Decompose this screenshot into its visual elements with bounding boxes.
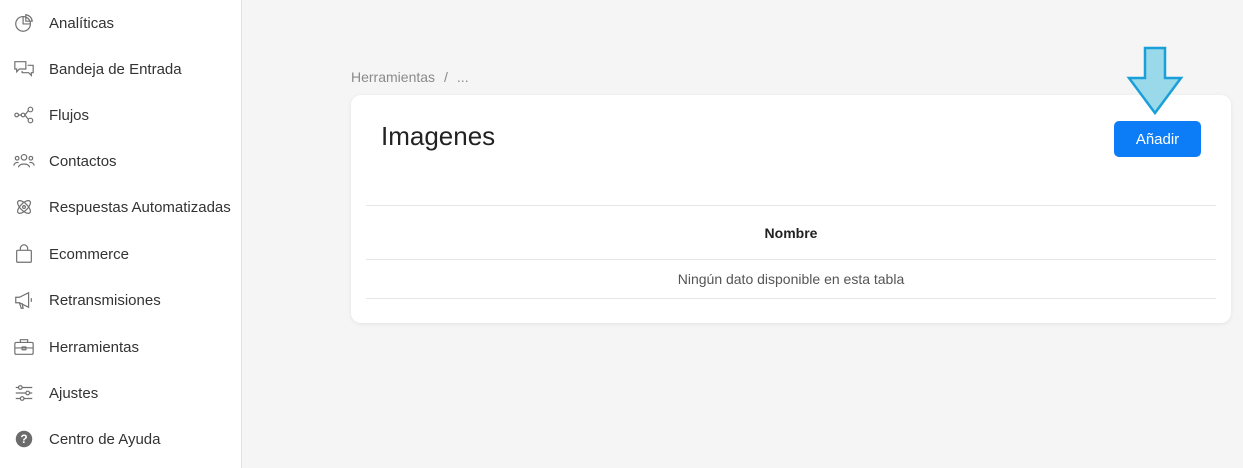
sidebar-item-label: Flujos [49,106,90,124]
sliders-icon [12,381,36,405]
megaphone-icon [12,288,36,312]
sidebar-item-label: Centro de Ayuda [49,430,161,448]
sidebar-item-label: Analíticas [49,14,115,32]
sidebar-item-ecommerce[interactable]: Ecommerce [0,231,241,277]
sidebar-item-retransmisiones[interactable]: Retransmisiones [0,277,241,323]
users-icon [12,149,36,173]
sidebar-item-bandeja-de-entrada[interactable]: Bandeja de Entrada [0,46,241,92]
images-card: Imagenes Añadir Nombre Ningún dato dispo… [351,95,1231,323]
atom-icon [12,195,36,219]
page-title: Imagenes [381,121,496,151]
down-arrow-annotation-icon [1126,46,1184,116]
shopping-bag-icon [12,242,36,266]
sidebar-item-herramientas[interactable]: Herramientas [0,324,241,370]
table-header-nombre[interactable]: Nombre [366,205,1216,260]
flow-nodes-icon [12,103,36,127]
help-circle-icon: ? [12,427,36,451]
sidebar: Analíticas Bandeja de Entrada Flujos Con… [0,0,242,468]
breadcrumb-separator: / [444,69,448,85]
add-button[interactable]: Añadir [1114,121,1201,157]
sidebar-item-label: Ajustes [49,384,99,402]
sidebar-item-label: Herramientas [49,338,140,356]
images-table: Nombre Ningún dato disponible en esta ta… [366,205,1216,299]
breadcrumb-link-herramientas[interactable]: Herramientas [351,69,435,85]
chat-bubbles-icon [12,57,36,81]
sidebar-item-label: Bandeja de Entrada [49,60,182,78]
sidebar-item-label: Retransmisiones [49,291,161,309]
sidebar-item-ajustes[interactable]: Ajustes [0,370,241,416]
sidebar-item-centro-de-ayuda[interactable]: ? Centro de Ayuda [0,416,241,462]
table-empty-message: Ningún dato disponible en esta tabla [366,260,1216,299]
breadcrumb-current: ... [456,69,469,85]
sidebar-item-label: Respuestas Automatizadas [49,198,231,216]
toolbox-icon [12,335,36,359]
breadcrumb: Herramientas / ... [351,69,469,85]
sidebar-item-label: Ecommerce [49,245,130,263]
sidebar-item-analiticas[interactable]: Analíticas [0,0,241,46]
sidebar-item-respuestas-automatizadas[interactable]: Respuestas Automatizadas [0,184,241,230]
pie-chart-icon [12,11,36,35]
sidebar-item-label: Contactos [49,152,117,170]
sidebar-item-contactos[interactable]: Contactos [0,138,241,184]
sidebar-item-flujos[interactable]: Flujos [0,92,241,138]
svg-text:?: ? [20,432,27,446]
